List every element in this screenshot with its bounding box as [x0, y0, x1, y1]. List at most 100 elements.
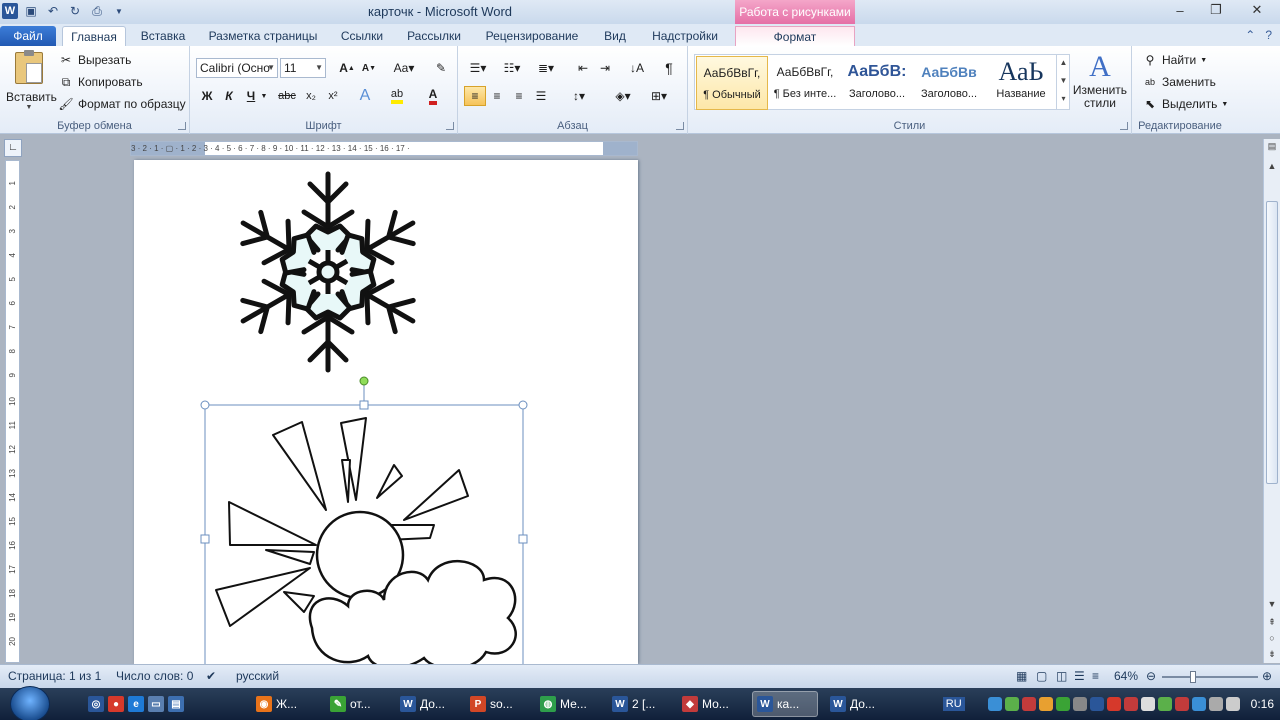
- word-count[interactable]: Число слов: 0: [116, 669, 193, 683]
- zoom-in-icon[interactable]: ⊕: [1262, 669, 1272, 683]
- chevron-up-icon[interactable]: ▲: [1264, 161, 1280, 175]
- zoom-level[interactable]: 64%: [1114, 669, 1138, 683]
- align-left-icon[interactable]: ≡: [464, 86, 486, 106]
- tray-icon[interactable]: [1021, 697, 1036, 711]
- bold-icon[interactable]: Ж: [196, 86, 218, 106]
- tab-selector[interactable]: ∟: [4, 139, 22, 157]
- tab-view[interactable]: Вид: [596, 26, 634, 46]
- font-size-combo[interactable]: 11 ▼: [280, 58, 326, 78]
- taskbar-item[interactable]: ◆ Мо...: [678, 691, 744, 717]
- tab-format[interactable]: Формат: [735, 26, 855, 46]
- grow-font-icon[interactable]: A ▲: [336, 58, 358, 78]
- outline-view-icon[interactable]: ☰: [1074, 669, 1085, 683]
- decrease-indent-icon[interactable]: ⇤: [572, 58, 594, 78]
- copy-button[interactable]: ⧉ Копировать: [58, 72, 143, 92]
- tray-icon[interactable]: [1072, 697, 1087, 711]
- replace-button[interactable]: ab Заменить: [1142, 72, 1216, 92]
- tray-icon[interactable]: [1055, 697, 1070, 711]
- minimize-button[interactable]: –: [1162, 0, 1198, 20]
- font-launcher-icon[interactable]: [446, 122, 454, 130]
- underline-dropdown-icon[interactable]: ▼: [258, 86, 270, 106]
- tab-page-layout[interactable]: Разметка страницы: [200, 26, 326, 46]
- web-layout-view-icon[interactable]: ◫: [1056, 669, 1067, 683]
- desktop-icon[interactable]: ▭: [148, 696, 164, 712]
- page-count[interactable]: Страница: 1 из 1: [8, 669, 101, 683]
- taskbar-item[interactable]: W 2 [...: [608, 691, 674, 717]
- help-icon[interactable]: ?: [1265, 28, 1272, 42]
- zoom-slider-thumb[interactable]: [1190, 671, 1196, 683]
- tab-home[interactable]: Главная: [62, 26, 126, 46]
- taskbar-item[interactable]: Wка...: [752, 691, 818, 717]
- justify-icon[interactable]: ☰: [530, 86, 552, 106]
- minimize-ribbon-icon[interactable]: ⌃: [1245, 28, 1255, 42]
- superscript-icon[interactable]: x²: [322, 86, 344, 106]
- full-screen-view-icon[interactable]: ▢: [1036, 669, 1047, 683]
- start-button[interactable]: [10, 686, 50, 720]
- taskbar-item[interactable]: ◍ Ме...: [536, 691, 602, 717]
- change-case-icon[interactable]: Aa▾: [390, 58, 418, 78]
- vertical-ruler[interactable]: 1 2 3 4 5 6 7 8 9 10 11 12 13 14 15 16 17 18 19 20: [5, 160, 20, 663]
- format-painter-button[interactable]: 🖌 Формат по образцу: [58, 94, 185, 114]
- clear-formatting-icon[interactable]: ✎: [430, 58, 452, 78]
- tray-icon[interactable]: [987, 697, 1002, 711]
- numbering-icon[interactable]: ☷▾: [498, 58, 526, 78]
- styles-gallery-scroll[interactable]: ▲ ▼ ▾: [1056, 54, 1070, 110]
- style-heading-1[interactable]: АаБбВ: Заголово...: [841, 56, 913, 110]
- tray-icon[interactable]: [1106, 697, 1121, 711]
- shrink-font-icon[interactable]: A ▼: [358, 58, 380, 78]
- clock[interactable]: 0:16: [1251, 697, 1274, 711]
- tab-file[interactable]: Файл: [0, 26, 56, 46]
- taskbar-item[interactable]: ✎ от...: [326, 691, 392, 717]
- resize-handle-icon[interactable]: [518, 534, 528, 544]
- chevron-down-icon[interactable]: ▼: [1057, 72, 1070, 90]
- close-button[interactable]: ✕: [1234, 0, 1280, 20]
- draft-view-icon[interactable]: ≡: [1092, 669, 1099, 683]
- horizontal-ruler[interactable]: 3 · 2 · 1 · ▢ · 1 · 2 · 3 · 4 · 5 · 6 · …: [130, 141, 638, 156]
- ie-icon[interactable]: e: [128, 696, 144, 712]
- sort-icon[interactable]: ↓A: [626, 58, 648, 78]
- zoom-slider[interactable]: [1162, 671, 1258, 683]
- text-effects-icon[interactable]: A: [354, 86, 376, 106]
- taskbar-item[interactable]: Pso...: [466, 691, 532, 717]
- language-indicator[interactable]: RU: [942, 697, 965, 711]
- bluetooth-icon[interactable]: [1191, 697, 1206, 711]
- borders-icon[interactable]: ⊞▾: [644, 86, 674, 106]
- selected-sun-cloud-image[interactable]: [200, 376, 528, 664]
- select-button[interactable]: ⬉ Выделить ▼: [1142, 94, 1228, 114]
- restore-button[interactable]: ❐: [1198, 0, 1234, 20]
- resize-handle-icon[interactable]: [518, 400, 528, 410]
- tray-icon[interactable]: [1004, 697, 1019, 711]
- tray-icon[interactable]: [1089, 697, 1104, 711]
- previous-page-icon[interactable]: ⇞: [1264, 617, 1280, 631]
- tab-references[interactable]: Ссылки: [334, 26, 390, 46]
- align-right-icon[interactable]: ≡: [508, 86, 530, 106]
- line-spacing-icon[interactable]: ↕▾: [564, 86, 594, 106]
- zoom-out-icon[interactable]: ⊖: [1146, 669, 1156, 683]
- vertical-scrollbar[interactable]: ▤ ▲ ▼ ⇞ ○ ⇟: [1263, 139, 1280, 663]
- tray-icon[interactable]: [1123, 697, 1138, 711]
- subscript-icon[interactable]: x₂: [300, 86, 322, 106]
- chevron-up-icon[interactable]: ▲: [1057, 54, 1070, 72]
- next-page-icon[interactable]: ⇟: [1264, 649, 1280, 663]
- taskbar-item[interactable]: W До...: [396, 691, 462, 717]
- find-button[interactable]: ⚲ Найти ▼: [1142, 50, 1208, 70]
- shading-icon[interactable]: ◈▾: [608, 86, 638, 106]
- bullets-icon[interactable]: ☰▾: [464, 58, 492, 78]
- taskbar-item[interactable]: W До...: [826, 691, 892, 717]
- show-formatting-marks-icon[interactable]: ¶: [658, 58, 680, 78]
- highlight-icon[interactable]: ab: [386, 86, 408, 106]
- browser-icon[interactable]: ●: [108, 696, 124, 712]
- styles-launcher-icon[interactable]: [1120, 122, 1128, 130]
- language-indicator[interactable]: русский: [236, 669, 279, 683]
- tray-icon[interactable]: [1157, 697, 1172, 711]
- document-page[interactable]: [134, 160, 638, 664]
- tab-addins[interactable]: Надстройки: [644, 26, 726, 46]
- tab-mailings[interactable]: Рассылки: [398, 26, 470, 46]
- chevron-down-icon[interactable]: ▼: [1264, 599, 1280, 613]
- style-heading-2[interactable]: АаБбВв Заголово...: [913, 56, 985, 110]
- tab-insert[interactable]: Вставка: [134, 26, 192, 46]
- scrollbar-thumb[interactable]: [1266, 201, 1278, 484]
- snowflake-image[interactable]: [231, 171, 425, 370]
- style-title[interactable]: АаЬ Название: [985, 56, 1057, 110]
- italic-icon[interactable]: К: [218, 86, 240, 106]
